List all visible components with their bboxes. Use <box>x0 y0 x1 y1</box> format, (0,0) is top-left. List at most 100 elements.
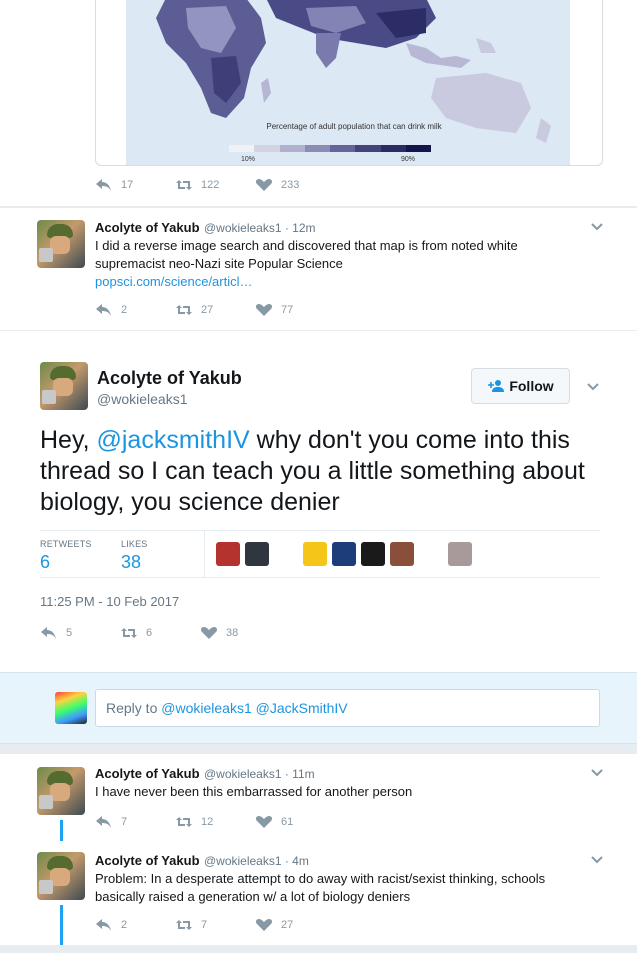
display-name[interactable]: Acolyte of Yakub <box>95 220 200 235</box>
reply-action[interactable]: 5 <box>40 626 120 640</box>
avatar[interactable] <box>37 767 85 815</box>
tweet-header: Acolyte of Yakub @wokieleaks1 · 12m <box>95 219 316 237</box>
thread-line <box>60 905 63 945</box>
reply-action[interactable]: 2 <box>95 918 175 932</box>
reply-icon <box>96 919 111 931</box>
reply-action[interactable]: 7 <box>95 815 175 829</box>
like-action[interactable]: 27 <box>255 918 335 932</box>
tweet-header: Acolyte of Yakub @wokieleaks1 · 11m <box>95 765 315 783</box>
avatar[interactable] <box>37 220 85 268</box>
reply-placeholder: Reply to <box>106 700 162 716</box>
text-prefix: Hey, <box>40 426 97 454</box>
liker-avatar[interactable] <box>274 542 298 566</box>
retweet-count: 7 <box>201 919 208 931</box>
handle[interactable]: @wokieleaks1 <box>97 391 187 407</box>
display-name[interactable]: Acolyte of Yakub <box>97 368 242 389</box>
tweet-actions: 2 7 27 <box>95 918 335 932</box>
display-name[interactable]: Acolyte of Yakub <box>95 766 200 781</box>
previous-tweet: Percentage of adult population that can … <box>0 0 637 207</box>
like-count: 77 <box>281 304 294 316</box>
like-count: 61 <box>281 816 294 828</box>
mention-link[interactable]: @jacksmithIV <box>97 426 250 454</box>
current-user-avatar[interactable] <box>55 692 87 724</box>
reply-icon <box>41 627 56 639</box>
reply-icon <box>96 816 111 828</box>
like-action[interactable]: 61 <box>255 815 335 829</box>
thread-line <box>60 820 63 842</box>
map-image-card[interactable]: Percentage of adult population that can … <box>95 0 603 166</box>
tweet-text: Problem: In a desperate attempt to do aw… <box>95 871 546 904</box>
retweet-icon <box>176 817 192 827</box>
retweet-action[interactable]: 7 <box>175 918 255 932</box>
tweet-problem[interactable]: Acolyte of Yakub @wokieleaks1 · 4m Probl… <box>0 841 637 945</box>
tweet-actions: 17 122 233 <box>95 178 335 192</box>
legend-swatch <box>254 145 280 152</box>
tweet-text: I have never been this embarrassed for a… <box>95 784 413 799</box>
map-legend-title: Percentage of adult population that can … <box>266 122 442 131</box>
tweet-link[interactable]: popsci.com/science/articl… <box>95 274 253 289</box>
like-action[interactable]: 77 <box>255 303 335 317</box>
liker-avatar[interactable] <box>303 542 327 566</box>
retweets-value[interactable]: 6 <box>40 552 50 573</box>
retweet-action[interactable]: 6 <box>120 626 200 640</box>
retweet-action[interactable]: 27 <box>175 303 255 317</box>
retweet-action[interactable]: 122 <box>175 178 255 192</box>
reply-action[interactable]: 17 <box>95 178 175 192</box>
chevron-down-icon[interactable] <box>591 766 603 778</box>
legend-low-label: 10% <box>241 156 256 163</box>
chevron-down-icon[interactable] <box>591 220 603 232</box>
avatar[interactable] <box>37 852 85 900</box>
reply-action[interactable]: 2 <box>95 303 175 317</box>
legend-swatch <box>330 145 356 152</box>
chevron-down-icon[interactable] <box>587 380 599 392</box>
liker-avatar[interactable] <box>216 542 240 566</box>
map-legend-scale <box>229 145 431 152</box>
tweet-actions: 5 6 38 <box>40 626 280 640</box>
tweet-reverse-image[interactable]: Acolyte of Yakub @wokieleaks1 · 12m I di… <box>0 208 637 330</box>
retweet-count: 122 <box>201 179 220 191</box>
liker-avatar[interactable] <box>448 542 472 566</box>
handle-time[interactable]: @wokieleaks1 · 11m <box>204 767 315 781</box>
retweet-icon <box>121 628 137 638</box>
heart-icon <box>255 816 273 828</box>
tweet-text: Hey, @jacksmithIV why don't you come int… <box>40 425 610 518</box>
likes-value[interactable]: 38 <box>121 552 141 573</box>
reply-mentions: @wokieleaks1 @JackSmithIV <box>161 700 348 716</box>
heart-icon <box>200 627 218 639</box>
retweets-label: RETWEETS <box>40 539 92 549</box>
liker-avatar[interactable] <box>390 542 414 566</box>
like-count: 38 <box>226 627 239 639</box>
reply-icon <box>96 179 111 191</box>
tweet-text: I did a reverse image search and discove… <box>95 237 575 291</box>
tweet-actions: 2 27 77 <box>95 303 335 317</box>
like-count: 27 <box>281 919 294 931</box>
avatar[interactable] <box>40 362 88 410</box>
follow-button[interactable]: Follow <box>471 368 570 404</box>
tweet-embarrassed[interactable]: Acolyte of Yakub @wokieleaks1 · 11m I ha… <box>0 753 637 842</box>
legend-swatch <box>355 145 381 152</box>
twitter-thread-page: Percentage of adult population that can … <box>0 0 637 953</box>
like-action[interactable]: 233 <box>255 178 335 192</box>
liker-avatar[interactable] <box>361 542 385 566</box>
tweet-header: Acolyte of Yakub @wokieleaks1 · 4m <box>95 852 309 870</box>
legend-swatch <box>380 145 406 152</box>
likes-label: LIKES <box>121 539 148 549</box>
liker-avatars <box>216 542 477 566</box>
like-action[interactable]: 38 <box>200 626 280 640</box>
retweet-icon <box>176 920 192 930</box>
retweet-action[interactable]: 12 <box>175 815 255 829</box>
handle-time[interactable]: @wokieleaks1 · 4m <box>204 854 309 868</box>
chevron-down-icon[interactable] <box>591 853 603 865</box>
display-name[interactable]: Acolyte of Yakub <box>95 853 200 868</box>
legend-swatch <box>304 145 330 152</box>
reply-input[interactable]: Reply to @wokieleaks1 @JackSmithIV <box>95 689 600 727</box>
retweet-icon <box>176 305 192 315</box>
retweet-count: 12 <box>201 816 214 828</box>
retweet-count: 6 <box>146 627 153 639</box>
like-count: 233 <box>281 179 300 191</box>
liker-avatar[interactable] <box>332 542 356 566</box>
tweet-timestamp[interactable]: 11:25 PM - 10 Feb 2017 <box>40 594 179 609</box>
handle-time[interactable]: @wokieleaks1 · 12m <box>204 221 316 235</box>
liker-avatar[interactable] <box>419 542 443 566</box>
liker-avatar[interactable] <box>245 542 269 566</box>
